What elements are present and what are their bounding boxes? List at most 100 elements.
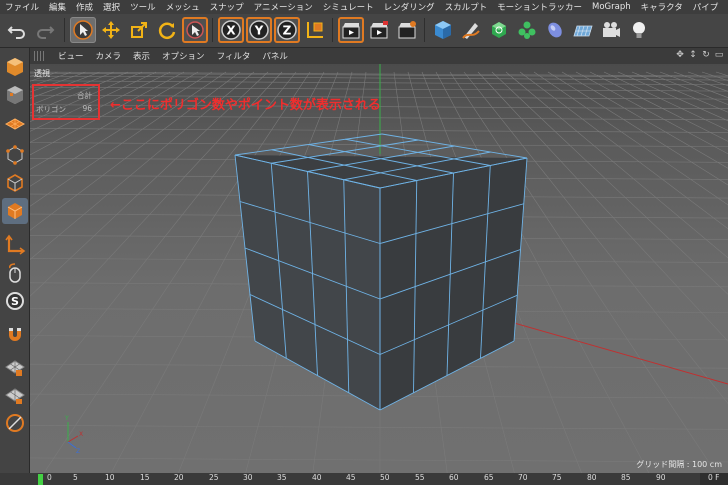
cloner-button[interactable] (514, 17, 540, 43)
render-view-button[interactable] (338, 17, 364, 43)
x-axis-icon: X (221, 20, 241, 40)
maximize-icon[interactable]: ▭ (714, 50, 724, 60)
scale-tool-button[interactable] (126, 17, 152, 43)
cube-object-button[interactable] (430, 17, 456, 43)
deformer-button[interactable] (542, 17, 568, 43)
render-settings-icon (398, 21, 416, 39)
camera-button[interactable] (598, 17, 624, 43)
grid-line (30, 71, 143, 122)
polygons-mode-button[interactable] (2, 198, 28, 224)
zoom-icon[interactable]: ↕ (688, 50, 698, 60)
z-axis-lock-button[interactable]: Z (274, 17, 300, 43)
grid-line (30, 71, 255, 260)
timeline-tick: 70 (518, 473, 528, 482)
subdivision-surface-button[interactable] (486, 17, 512, 43)
make-editable-button[interactable] (2, 54, 28, 80)
viewport-menu-display[interactable]: 表示 (127, 50, 156, 62)
hud-polygon-value: 96 (82, 104, 92, 113)
viewport-menu-camera[interactable]: カメラ (90, 50, 128, 62)
menu-simulate[interactable]: シミュレート (318, 1, 379, 13)
grid-line (30, 71, 241, 231)
menu-animation[interactable]: アニメーション (249, 1, 318, 13)
symmetry-button[interactable] (2, 410, 28, 436)
menu-edit[interactable]: 編集 (44, 1, 71, 13)
points-mode-button[interactable] (2, 142, 28, 168)
main-toolbar: X Y Z (0, 14, 728, 48)
grid-line (30, 71, 213, 187)
menu-character[interactable]: キャラクタ (636, 1, 688, 13)
timeline-tick: 85 (621, 473, 631, 482)
tweak-mode-button[interactable] (2, 260, 28, 286)
grid-line (30, 71, 101, 99)
undo-button[interactable] (4, 17, 30, 43)
menu-motion-tracker[interactable]: モーショントラッカー (492, 1, 587, 13)
hud-total-header: 合計 (77, 91, 92, 100)
grid-line (30, 71, 269, 297)
viewport-nav-controls: ✥ ↕ ↻ ▭ (675, 50, 724, 60)
floor-icon (573, 25, 593, 37)
menu-sculpt[interactable]: スカルプト (440, 1, 493, 13)
menu-create[interactable]: 作成 (71, 1, 98, 13)
redo-icon (37, 26, 55, 39)
render-settings-button[interactable] (394, 17, 420, 43)
viewport-menu-view[interactable]: ビュー (52, 50, 90, 62)
timeline-ruler[interactable]: 0 5 10 15 20 25 30 35 40 45 50 55 60 65 … (0, 473, 728, 485)
y-axis-lock-button[interactable]: Y (246, 17, 272, 43)
menu-render[interactable]: レンダリング (379, 1, 440, 13)
timeline-tick: 25 (209, 473, 219, 482)
grid-line (30, 128, 728, 133)
panel-grip-icon[interactable] (34, 51, 46, 61)
subdivision-icon (492, 22, 506, 38)
viewport-menu-options[interactable]: オプション (156, 50, 211, 62)
x-axis-lock-button[interactable]: X (218, 17, 244, 43)
axis-mode-button[interactable] (2, 232, 28, 258)
edges-cube-icon (7, 174, 23, 192)
svg-text:Z: Z (283, 24, 292, 38)
menu-mesh[interactable]: メッシュ (161, 1, 205, 13)
playhead[interactable] (38, 474, 43, 485)
current-frame-field[interactable]: 0 F (700, 473, 728, 485)
workplane-button[interactable] (2, 354, 28, 380)
snapping-button[interactable]: S (2, 288, 28, 314)
grid-line (30, 71, 171, 143)
rotate-tool-button[interactable] (154, 17, 180, 43)
z-axis-icon: Z (277, 20, 297, 40)
menu-file[interactable]: ファイル (0, 1, 44, 13)
timeline-tick: 0 (47, 473, 52, 482)
magnet-button[interactable] (2, 322, 28, 348)
pen-spline-button[interactable] (458, 17, 484, 43)
cube-object[interactable] (234, 133, 528, 411)
render-picture-viewer-button[interactable] (366, 17, 392, 43)
redo-button[interactable] (32, 17, 58, 43)
grid-line (30, 71, 157, 132)
coordinate-system-button[interactable] (302, 17, 328, 43)
pan-icon[interactable]: ✥ (675, 50, 685, 60)
cloner-icon (518, 21, 536, 39)
cube-edit-icon (7, 58, 23, 76)
edges-mode-button[interactable] (2, 170, 28, 196)
menu-select[interactable]: 選択 (98, 1, 125, 13)
viewport-menu-filter[interactable]: フィルタ (211, 50, 257, 62)
points-cube-icon (6, 145, 24, 165)
clapper-icon (370, 21, 388, 39)
perspective-viewport[interactable]: Y X Z 透視 合計 ポリゴン 96 ←ここにポリゴン数やポイント数が表示され… (30, 64, 728, 473)
live-selection-button[interactable] (70, 17, 96, 43)
recent-tool-button[interactable] (182, 17, 208, 43)
menu-tools[interactable]: ツール (125, 1, 161, 13)
menu-snap[interactable]: スナップ (205, 1, 249, 13)
viewport-menu-panel[interactable]: パネル (256, 50, 294, 62)
light-button[interactable] (626, 17, 652, 43)
grid-line (30, 71, 87, 93)
svg-text:Y: Y (64, 415, 69, 422)
camera-icon (603, 22, 620, 37)
texture-grid-icon (4, 118, 26, 130)
menu-mograph[interactable]: MoGraph (587, 2, 636, 12)
texture-mode-button[interactable] (2, 110, 28, 136)
menu-pipeline[interactable]: パイプ (688, 1, 724, 13)
model-mode-button[interactable] (2, 82, 28, 108)
move-tool-button[interactable] (98, 17, 124, 43)
locked-workplane-button[interactable] (2, 382, 28, 408)
floor-button[interactable] (570, 17, 596, 43)
orbit-icon[interactable]: ↻ (701, 50, 711, 60)
timeline-tick: 75 (552, 473, 562, 482)
